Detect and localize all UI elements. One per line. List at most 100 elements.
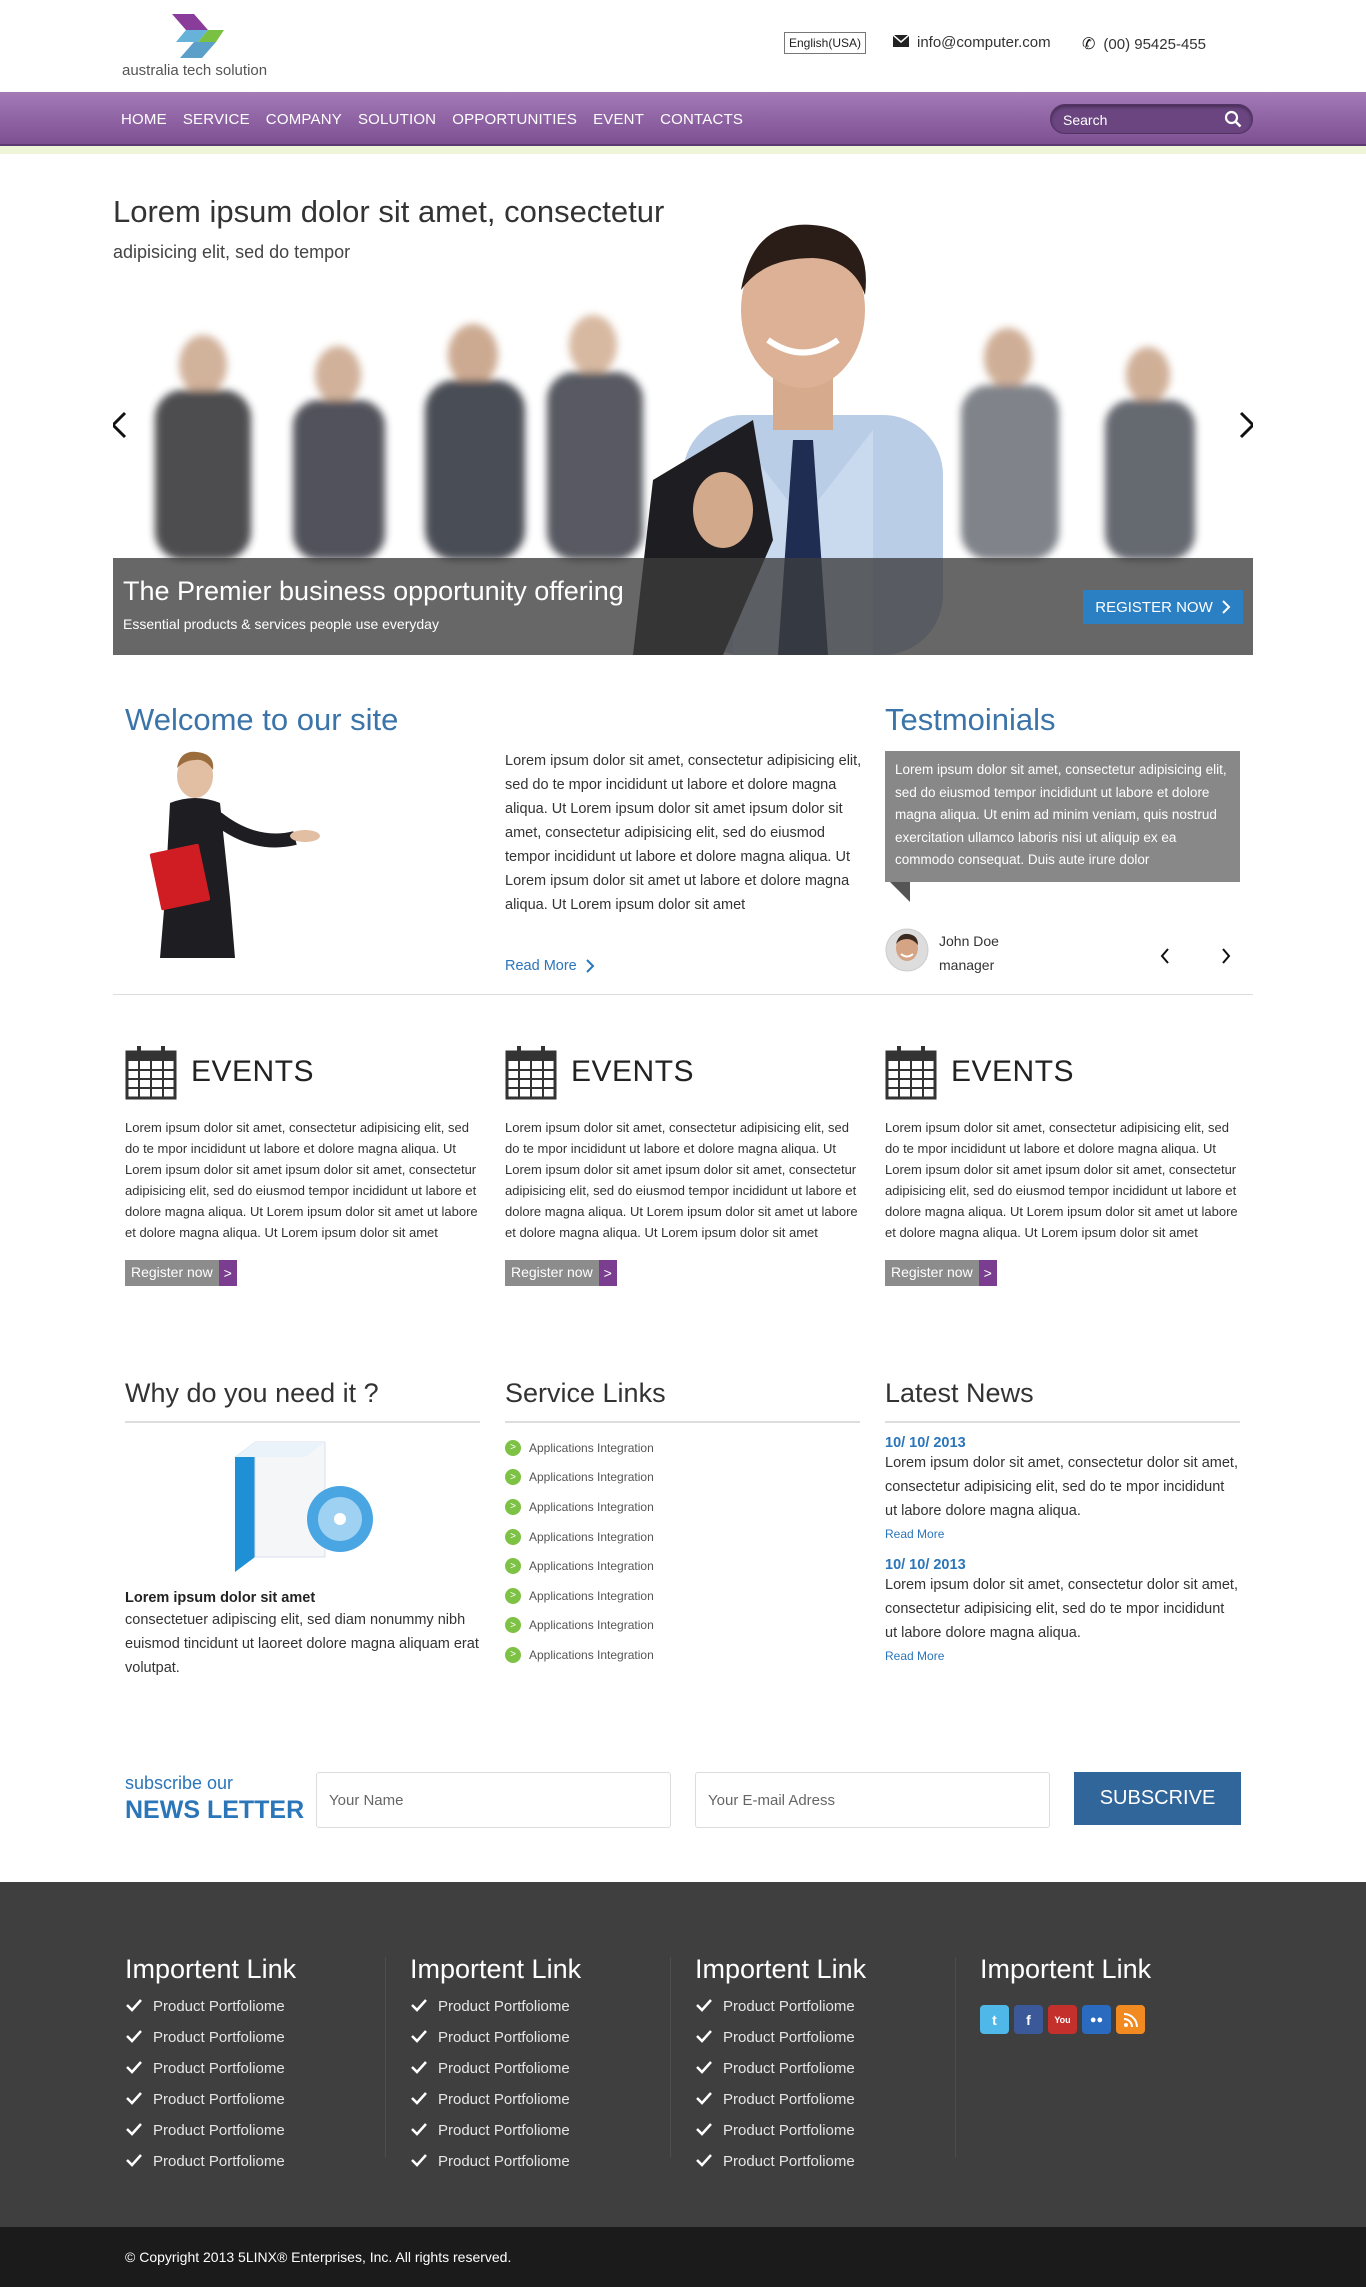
service-link[interactable]: > Applications Integration: [505, 1522, 860, 1552]
chevron-right-icon: [586, 959, 595, 973]
testimonial-role: manager: [939, 957, 995, 973]
rss-icon[interactable]: [1116, 2005, 1145, 2034]
myspace-icon[interactable]: ●●: [1082, 2005, 1111, 2034]
search-input[interactable]: [1063, 110, 1223, 130]
footer-link[interactable]: Product Portfoliome: [695, 2115, 866, 2146]
footer-link[interactable]: Product Portfoliome: [410, 2053, 581, 2084]
newsletter-name-input[interactable]: [316, 1772, 671, 1828]
subscribe-button[interactable]: SUBSCRIVE: [1074, 1772, 1241, 1825]
event-title: EVENTS: [951, 1055, 1075, 1088]
service-link[interactable]: > Applications Integration: [505, 1551, 860, 1581]
event-text: Lorem ipsum dolor sit amet, consectetur …: [885, 1120, 1238, 1240]
bg-person-3: [425, 324, 525, 560]
nav-item-opportunities[interactable]: OPPORTUNITIES: [452, 111, 577, 128]
testimonial-name: John Doe: [939, 933, 999, 949]
youtube-icon[interactable]: You: [1048, 2005, 1077, 2034]
event-card-2: EVENTS Lorem ipsum dolor sit amet, conse…: [505, 1043, 860, 1286]
service-link[interactable]: > Applications Integration: [505, 1581, 860, 1611]
caption-title: The Premier business opportunity offerin…: [123, 576, 624, 606]
footer-link-label: Product Portfoliome: [723, 2122, 855, 2139]
service-link[interactable]: > Applications Integration: [505, 1463, 860, 1493]
nav-item-event[interactable]: EVENT: [593, 111, 644, 128]
phone-contact[interactable]: ✆ (00) 95425-455: [1082, 34, 1206, 54]
footer-link[interactable]: Product Portfoliome: [695, 2053, 866, 2084]
footer-link[interactable]: Product Portfoliome: [695, 2022, 866, 2053]
chevron-circle-icon: >: [505, 1558, 521, 1575]
facebook-icon[interactable]: f: [1014, 2005, 1043, 2034]
footer-link-label: Product Portfoliome: [723, 2153, 855, 2170]
testimonial-quote: Lorem ipsum dolor sit amet, consectetur …: [895, 762, 1227, 867]
event-title: EVENTS: [571, 1055, 695, 1088]
nav-item-home[interactable]: HOME: [121, 111, 167, 128]
chevron-circle-icon: >: [505, 1439, 521, 1456]
event-register-button[interactable]: Register now >: [125, 1260, 237, 1286]
footer-link[interactable]: Product Portfoliome: [410, 1991, 581, 2022]
footer-link-label: Product Portfoliome: [153, 2153, 285, 2170]
read-more-label: Read More: [505, 958, 577, 974]
email-contact[interactable]: info@computer.com: [892, 34, 1051, 51]
footer-link[interactable]: Product Portfoliome: [125, 2022, 296, 2053]
footer-link-label: Product Portfoliome: [723, 2060, 855, 2077]
footer-link[interactable]: Product Portfoliome: [125, 2053, 296, 2084]
envelope-icon: [892, 34, 910, 51]
event-text: Lorem ipsum dolor sit amet, consectetur …: [125, 1120, 478, 1240]
footer-link[interactable]: Product Portfoliome: [125, 2115, 296, 2146]
service-link[interactable]: > Applications Integration: [505, 1433, 860, 1463]
language-selector[interactable]: English(USA): [784, 32, 867, 54]
chevron-circle-icon: >: [505, 1646, 521, 1663]
service-link[interactable]: > Applications Integration: [505, 1611, 860, 1641]
footer-link[interactable]: Product Portfoliome: [410, 2022, 581, 2053]
testimonial-prev-arrow[interactable]: [1159, 947, 1171, 970]
nav-item-solution[interactable]: SOLUTION: [358, 111, 436, 128]
service-link[interactable]: > Applications Integration: [505, 1640, 860, 1670]
event-register-label: Register now: [511, 1264, 593, 1280]
footer-link[interactable]: Product Portfoliome: [125, 1991, 296, 2022]
software-box-image: [235, 1441, 373, 1572]
footer-link[interactable]: Product Portfoliome: [410, 2084, 581, 2115]
footer-link[interactable]: Product Portfoliome: [125, 2146, 296, 2177]
news-read-more-link[interactable]: Read More: [885, 1649, 1240, 1663]
nav-menu: HOME SERVICE COMPANY SOLUTION OPPORTUNIT…: [121, 92, 743, 146]
nav-item-service[interactable]: SERVICE: [183, 111, 250, 128]
bg-person-5: [961, 328, 1059, 560]
footer-link[interactable]: Product Portfoliome: [695, 2146, 866, 2177]
testimonial-next-arrow[interactable]: [1220, 947, 1232, 970]
copyright-text: © Copyright 2013 5LINX® Enterprises, Inc…: [125, 2249, 512, 2265]
footer-link[interactable]: Product Portfoliome: [695, 2084, 866, 2115]
twitter-icon[interactable]: t: [980, 2005, 1009, 2034]
footer-heading: Importent Link: [695, 1954, 867, 1984]
footer-link[interactable]: Product Portfoliome: [410, 2115, 581, 2146]
footer-link[interactable]: Product Portfoliome: [125, 2084, 296, 2115]
event-register-button[interactable]: Register now >: [885, 1260, 997, 1286]
register-now-button[interactable]: REGISTER NOW: [1083, 590, 1243, 624]
footer-column-2: Importent Link Product Portfoliome Produ…: [410, 1954, 581, 2177]
news-read-more-link[interactable]: Read More: [885, 1527, 1240, 1541]
chevron-circle-icon: >: [505, 1587, 521, 1604]
newsletter-email-input[interactable]: [695, 1772, 1050, 1828]
service-link[interactable]: > Applications Integration: [505, 1492, 860, 1522]
chevron-circle-icon: >: [505, 1617, 521, 1634]
event-register-button[interactable]: Register now >: [505, 1260, 617, 1286]
nav-item-company[interactable]: COMPANY: [266, 111, 342, 128]
footer-link-label: Product Portfoliome: [438, 2153, 570, 2170]
chevron-right-icon: >: [598, 1260, 617, 1286]
why-section: Why do you need it ? Lorem ipsum dolor s…: [125, 1378, 480, 1680]
footer-link-label: Product Portfoliome: [723, 2029, 855, 2046]
footer-link-label: Product Portfoliome: [153, 2029, 285, 2046]
service-link-label: Applications Integration: [529, 1470, 654, 1485]
chevron-right-icon: [1222, 600, 1231, 614]
brand-logo[interactable]: australia tech solution: [122, 14, 282, 84]
welcome-read-more-link[interactable]: Read More: [505, 958, 595, 974]
footer-link[interactable]: Product Portfoliome: [695, 1991, 866, 2022]
check-icon: [410, 2091, 428, 2109]
event-card-3: EVENTS Lorem ipsum dolor sit amet, conse…: [885, 1043, 1240, 1286]
chevron-right-icon: >: [218, 1260, 237, 1286]
service-link-label: Applications Integration: [529, 1647, 654, 1662]
hero-prev-arrow[interactable]: [113, 410, 131, 446]
footer-link[interactable]: Product Portfoliome: [410, 2146, 581, 2177]
service-links-heading: Service Links: [505, 1378, 666, 1408]
nav-item-contacts[interactable]: CONTACTS: [660, 111, 743, 128]
search-icon[interactable]: [1224, 110, 1242, 133]
hero-next-arrow[interactable]: [1235, 410, 1253, 446]
calendar-icon: [125, 1046, 177, 1100]
